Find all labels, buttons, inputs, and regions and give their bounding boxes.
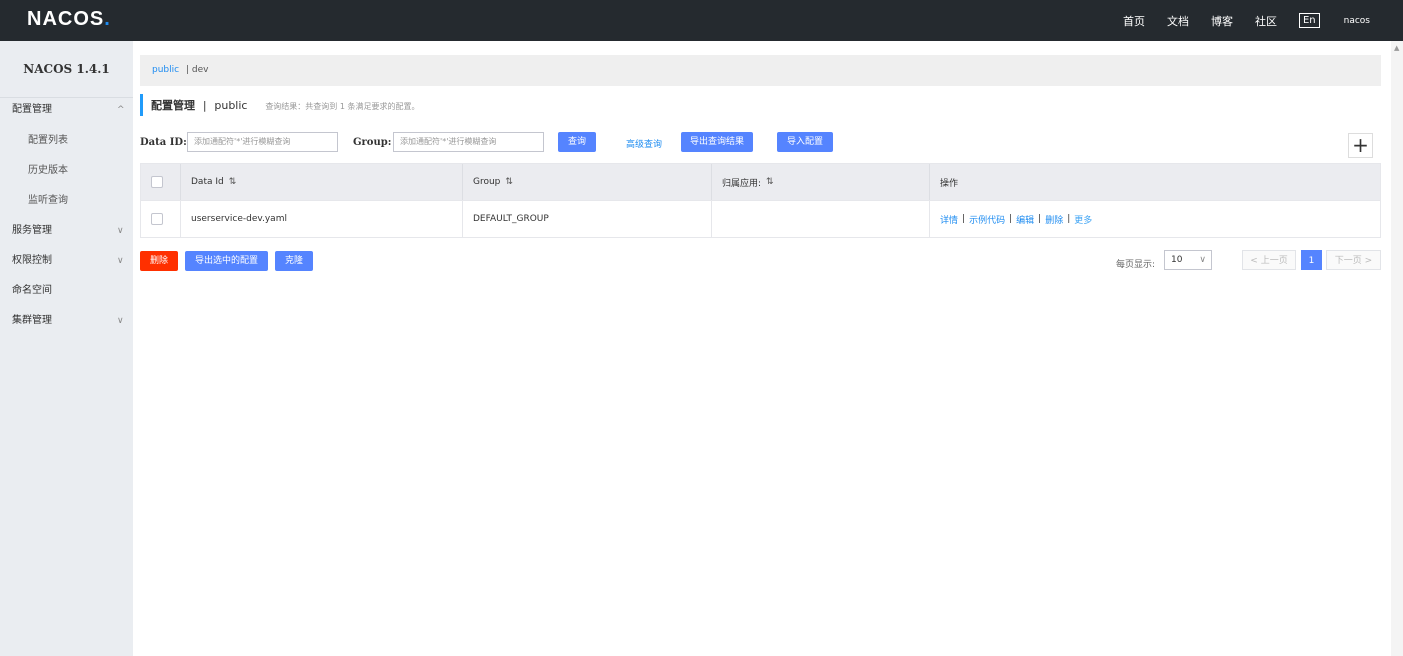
advanced-query-link[interactable]: 高级查询 [626,137,662,150]
row-checkbox-cell [141,201,181,237]
sample-code-link[interactable]: 示例代码 [969,213,1005,226]
header-label: 操作 [940,178,959,189]
top-navbar: NACOS. 首页 文档 博客 社区 En nacos [0,0,1403,41]
page-title-separator: | [202,99,207,112]
export-query-results-button[interactable]: 导出查询结果 [681,132,753,152]
header-app: 归属应用: ⇅ [712,164,930,200]
page-size-select[interactable]: 10 ∨ [1164,250,1212,270]
delete-button[interactable]: 删除 [140,251,178,271]
nav-blog-link[interactable]: 博客 [1211,13,1233,29]
sidebar-title: NACOS 1.4.1 [0,41,133,98]
namespace-dev-link[interactable]: | dev [186,55,208,86]
table-row: userservice-dev.yaml DEFAULT_GROUP 详情 | … [141,200,1380,237]
cell-group: DEFAULT_GROUP [463,201,712,237]
header-operations: 操作 [930,164,1380,200]
sidebar-item-cluster-management[interactable]: 集群管理 ∨ [0,306,133,336]
clone-button[interactable]: 克隆 [275,251,313,271]
sidebar-item-access-control[interactable]: 权限控制 ∨ [0,246,133,276]
sidebar-item-label: 配置列表 [28,135,68,146]
sidebar-item-config-management[interactable]: 配置管理 ^ [0,95,133,125]
data-id-input[interactable]: 添加通配符'*'进行模糊查询 [187,132,338,152]
logo-dot: . [104,8,111,30]
config-table: Data Id ⇅ Group ⇅ 归属应用: ⇅ 操作 userservice-de… [140,163,1381,238]
logo-text: NACOS [27,8,105,30]
more-link[interactable]: 更多 [1074,213,1092,226]
header-label: Group [473,177,501,187]
sidebar-item-service-management[interactable]: 服务管理 ∨ [0,216,133,246]
sidebar-item-config-list[interactable]: 配置列表 [0,126,133,156]
sidebar-item-listener-query[interactable]: 监听查询 [0,186,133,216]
nacos-logo[interactable]: NACOS. [27,8,111,31]
header-label: 归属应用: [722,178,762,189]
sidebar-item-label: 服务管理 [12,225,52,236]
sidebar-item-label: 配置管理 [12,104,52,115]
nav-docs-link[interactable]: 文档 [1167,13,1189,29]
data-id-label: Data ID: [140,137,187,148]
cell-data-id: userservice-dev.yaml [181,201,463,237]
sidebar-item-label: 监听查询 [28,195,68,206]
query-result-text: 查询结果：共查询到 1 条满足要求的配置。 [265,102,420,111]
sidebar: NACOS 1.4.1 配置管理 ^ 配置列表 历史版本 监听查询 服务管理 ∨… [0,41,133,656]
header-checkbox-cell [141,164,181,200]
header-label: Data Id [191,177,224,187]
delete-link[interactable]: 删除 [1045,213,1063,226]
query-button[interactable]: 查询 [558,132,596,152]
add-config-button[interactable]: + [1348,133,1373,158]
op-separator: | [962,214,966,224]
export-selected-button[interactable]: 导出选中的配置 [185,251,268,271]
select-all-checkbox[interactable] [151,176,163,188]
page-size-label: 每页显示: [1116,260,1156,270]
group-input[interactable]: 添加通配符'*'进行模糊查询 [393,132,544,152]
chevron-down-icon: ∨ [1199,255,1206,265]
page-title: 配置管理 | public 查询结果：共查询到 1 条满足要求的配置。 [140,94,420,116]
namespace-bar: public | dev [140,55,1381,86]
language-switch[interactable]: En [1298,13,1320,28]
cell-operations: 详情 | 示例代码 | 编辑 | 删除 | 更多 [930,201,1380,237]
next-page-button[interactable]: 下一页 > [1326,250,1381,270]
cell-app [712,201,930,237]
top-nav-links: 首页 文档 博客 社区 En nacos [1123,0,1403,41]
header-data-id: Data Id ⇅ [181,164,463,200]
plus-icon: + [1352,133,1369,157]
page-scrollbar[interactable]: ▲ [1391,41,1403,656]
table-header: Data Id ⇅ Group ⇅ 归属应用: ⇅ 操作 [141,164,1380,200]
group-label: Group: [353,137,392,148]
page-title-namespace: public [214,99,248,112]
nav-community-link[interactable]: 社区 [1255,13,1277,29]
scroll-up-icon[interactable]: ▲ [1394,44,1399,52]
edit-link[interactable]: 编辑 [1016,213,1034,226]
sidebar-item-history[interactable]: 历史版本 [0,156,133,186]
nav-home-link[interactable]: 首页 [1123,13,1145,29]
page-1-button[interactable]: 1 [1301,250,1322,270]
row-checkbox[interactable] [151,213,163,225]
page-title-text: 配置管理 [151,99,195,112]
chevron-down-icon: ∨ [117,256,124,266]
op-separator: | [1067,214,1071,224]
chevron-up-icon: ^ [117,105,125,115]
chevron-down-icon: ∨ [117,226,124,236]
page-size-value: 10 [1171,255,1183,265]
details-link[interactable]: 详情 [940,213,958,226]
sidebar-item-namespace[interactable]: 命名空间 [0,276,133,306]
chevron-down-icon: ∨ [117,316,124,326]
prev-page-button[interactable]: < 上一页 [1242,250,1296,270]
sort-icon[interactable]: ⇅ [229,177,237,187]
namespace-public-link[interactable]: public [152,55,179,86]
user-name[interactable]: nacos [1344,16,1370,26]
sidebar-item-label: 集群管理 [12,315,52,326]
sort-icon[interactable]: ⇅ [766,177,774,187]
import-config-button[interactable]: 导入配置 [777,132,833,152]
header-group: Group ⇅ [463,164,712,200]
sidebar-item-label: 历史版本 [28,165,68,176]
sidebar-item-label: 命名空间 [12,285,52,296]
op-separator: | [1038,214,1042,224]
sort-icon[interactable]: ⇅ [505,177,513,187]
sidebar-item-label: 权限控制 [12,255,52,266]
op-separator: | [1009,214,1013,224]
